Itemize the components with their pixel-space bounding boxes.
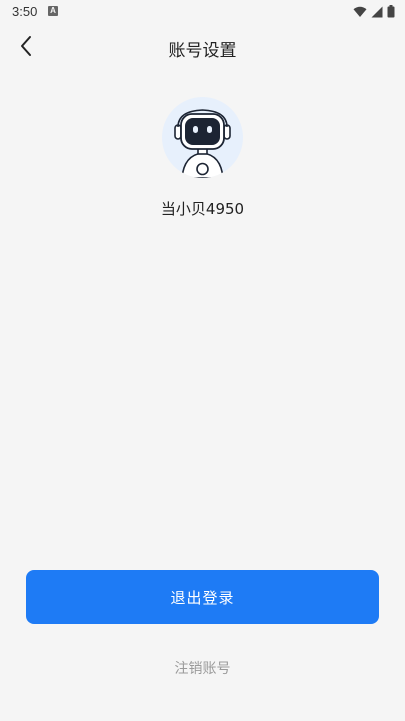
notification-a-icon: A (48, 6, 58, 16)
avatar[interactable] (162, 97, 243, 178)
wifi-icon (353, 3, 367, 22)
header: 账号设置 (0, 24, 405, 72)
page-title: 账号设置 (168, 41, 237, 61)
signal-icon (371, 3, 383, 22)
cancel-account-link[interactable]: 注销账号 (0, 658, 405, 678)
battery-icon (387, 3, 395, 22)
logout-button[interactable]: 退出登录 (26, 570, 379, 624)
status-icons (353, 4, 395, 20)
status-bar: 3:50 A (0, 0, 405, 24)
robot-avatar-icon (162, 97, 243, 178)
username: 当小贝4950 (160, 200, 245, 218)
status-time: 3:50 (12, 4, 38, 19)
